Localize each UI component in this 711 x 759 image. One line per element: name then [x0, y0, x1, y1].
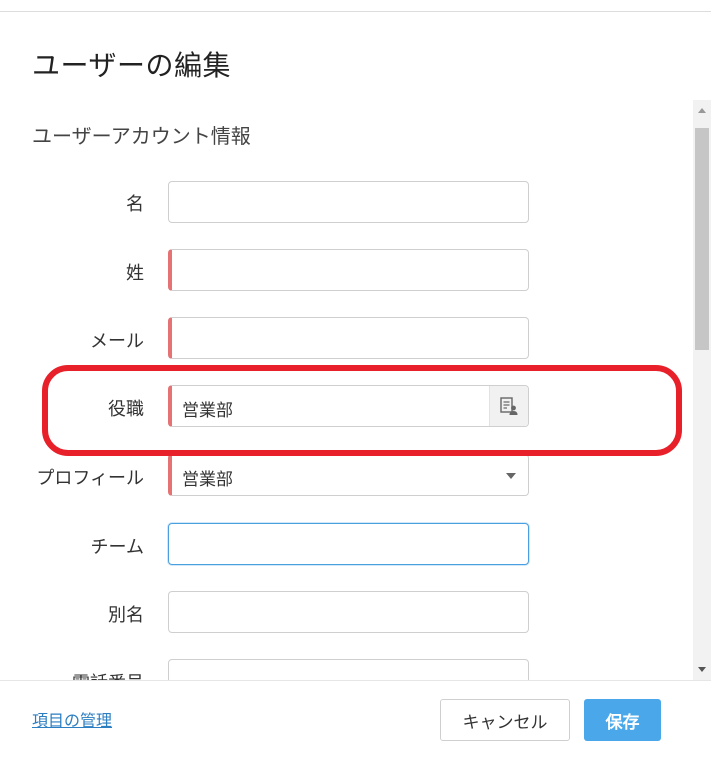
- form-scroll-area[interactable]: ユーザーアカウント情報 名 姓 メール 役職 営業部 プロフィール 営業部 チー…: [0, 100, 711, 680]
- last-name-input[interactable]: [168, 249, 529, 291]
- save-button[interactable]: 保存: [584, 699, 661, 741]
- email-label: メール: [90, 331, 144, 352]
- first-name-label: 名: [126, 194, 144, 215]
- phone-input[interactable]: [168, 659, 529, 680]
- first-name-input[interactable]: [168, 181, 529, 223]
- cancel-button[interactable]: キャンセル: [440, 699, 570, 741]
- team-input[interactable]: [168, 523, 529, 565]
- chevron-down-icon: [506, 473, 516, 479]
- manage-fields-link[interactable]: 項目の管理: [32, 707, 112, 731]
- role-lookup-button[interactable]: [489, 386, 528, 426]
- scroll-down-arrow-icon[interactable]: [698, 667, 706, 672]
- dialog-title: ユーザーの編集: [32, 49, 231, 82]
- profile-value: 営業部: [182, 470, 233, 490]
- profile-select[interactable]: 営業部: [168, 454, 529, 496]
- scroll-up-arrow-icon[interactable]: [698, 108, 706, 113]
- last-name-label: 姓: [126, 263, 144, 284]
- role-label: 役職: [108, 399, 144, 420]
- email-input[interactable]: [168, 317, 529, 359]
- alias-label: 別名: [108, 605, 144, 626]
- scroll-thumb[interactable]: [695, 128, 709, 350]
- phone-label: 電話番号: [0, 669, 144, 680]
- user-list-icon: [500, 397, 518, 415]
- alias-input[interactable]: [168, 591, 529, 633]
- dialog-footer: 項目の管理 キャンセル 保存: [0, 680, 711, 759]
- profile-label: プロフィール: [36, 468, 144, 489]
- team-label: チーム: [90, 537, 144, 558]
- section-title: ユーザーアカウント情報: [32, 124, 251, 148]
- top-divider: [0, 11, 711, 12]
- role-value: 営業部: [182, 401, 233, 421]
- role-lookup-field[interactable]: 営業部: [168, 385, 529, 427]
- vertical-scrollbar[interactable]: [693, 100, 711, 680]
